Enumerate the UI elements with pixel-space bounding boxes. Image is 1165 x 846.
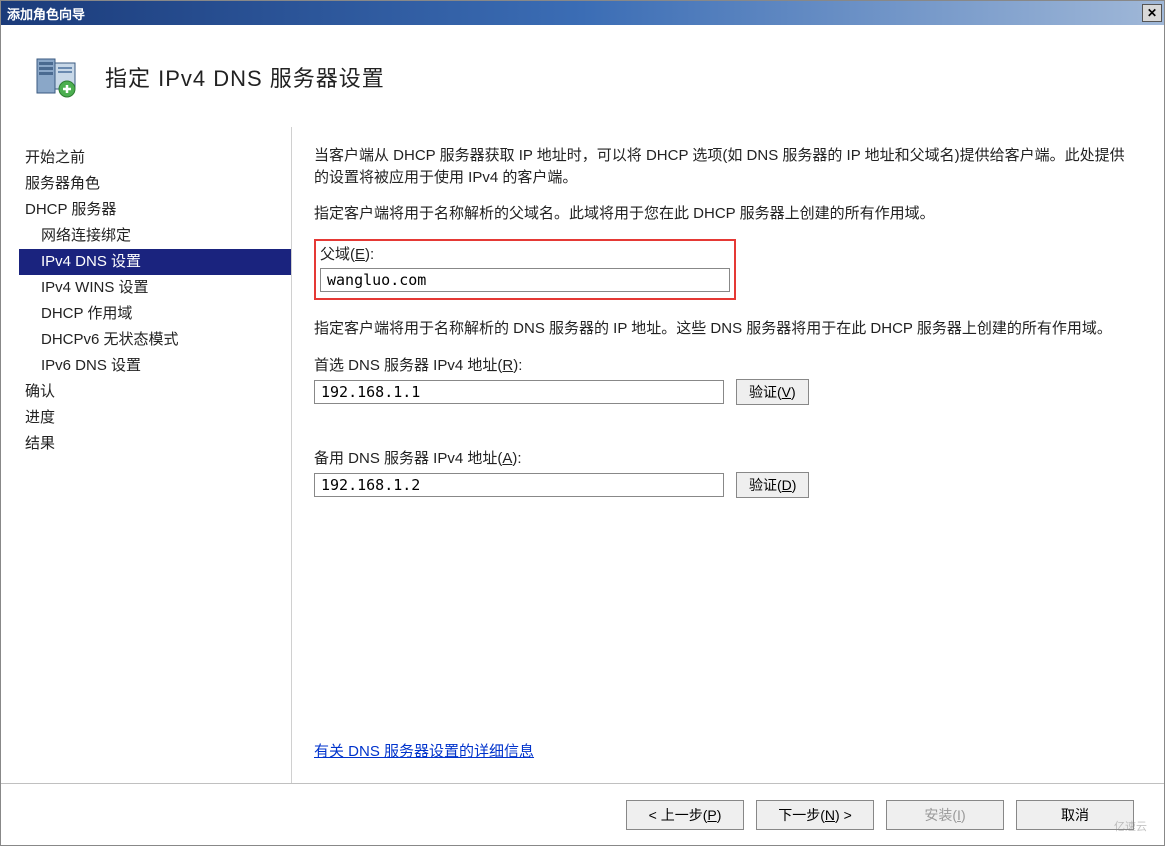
parent-domain-input[interactable] — [320, 268, 730, 292]
window-title: 添加角色向导 — [7, 4, 85, 23]
content-panel: 当客户端从 DHCP 服务器获取 IP 地址时，可以将 DHCP 选项(如 DN… — [291, 127, 1164, 783]
alternate-dns-label: 备用 DNS 服务器 IPv4 地址(A): — [314, 447, 1134, 468]
parent-domain-highlight: 父域(E): — [314, 239, 736, 300]
sidebar-item-dhcpv6-stateless[interactable]: DHCPv6 无状态模式 — [19, 327, 291, 353]
sidebar-item-ipv6-dns[interactable]: IPv6 DNS 设置 — [19, 353, 291, 379]
sidebar-item-before-begin[interactable]: 开始之前 — [19, 145, 291, 171]
page-title: 指定 IPv4 DNS 服务器设置 — [105, 61, 385, 93]
wizard-footer: < 上一步(P) 下一步(N) > 安装(I) 取消 亿速云 — [1, 783, 1164, 845]
sidebar-item-dhcp-server[interactable]: DHCP 服务器 — [19, 197, 291, 223]
sidebar-item-network-binding[interactable]: 网络连接绑定 — [19, 223, 291, 249]
wizard-header: 指定 IPv4 DNS 服务器设置 — [1, 25, 1164, 127]
sidebar-item-progress[interactable]: 进度 — [19, 405, 291, 431]
dns-intro-text: 指定客户端将用于名称解析的 DNS 服务器的 IP 地址。这些 DNS 服务器将… — [314, 318, 1134, 340]
previous-button[interactable]: < 上一步(P) — [626, 800, 744, 830]
more-info-link[interactable]: 有关 DNS 服务器设置的详细信息 — [314, 740, 534, 761]
sidebar-item-dhcp-scope[interactable]: DHCP 作用域 — [19, 301, 291, 327]
wizard-body: 开始之前 服务器角色 DHCP 服务器 网络连接绑定 IPv4 DNS 设置 I… — [1, 127, 1164, 783]
close-button[interactable]: ✕ — [1142, 4, 1162, 22]
sidebar-item-ipv4-dns[interactable]: IPv4 DNS 设置 — [19, 249, 291, 275]
parent-domain-label: 父域(E): — [320, 243, 730, 264]
intro-text-1: 当客户端从 DHCP 服务器获取 IP 地址时，可以将 DHCP 选项(如 DN… — [314, 145, 1134, 189]
sidebar-item-server-roles[interactable]: 服务器角色 — [19, 171, 291, 197]
title-bar[interactable]: 添加角色向导 ✕ — [1, 1, 1164, 25]
sidebar-item-ipv4-wins[interactable]: IPv4 WINS 设置 — [19, 275, 291, 301]
verify-alternate-button[interactable]: 验证(D) — [736, 472, 809, 498]
alternate-dns-input[interactable] — [314, 473, 724, 497]
verify-preferred-button[interactable]: 验证(V) — [736, 379, 809, 405]
intro-text-2: 指定客户端将用于名称解析的父域名。此域将用于您在此 DHCP 服务器上创建的所有… — [314, 203, 1134, 225]
server-role-icon — [33, 53, 81, 101]
next-button[interactable]: 下一步(N) > — [756, 800, 874, 830]
sidebar-item-results[interactable]: 结果 — [19, 431, 291, 457]
wizard-window: 添加角色向导 ✕ 指定 IPv4 DNS 服务器设置 开始之前 服务器角色 — [0, 0, 1165, 846]
sidebar-item-confirm[interactable]: 确认 — [19, 379, 291, 405]
preferred-dns-group: 首选 DNS 服务器 IPv4 地址(R): 验证(V) — [314, 354, 1134, 405]
sidebar: 开始之前 服务器角色 DHCP 服务器 网络连接绑定 IPv4 DNS 设置 I… — [1, 127, 291, 783]
close-icon: ✕ — [1147, 6, 1157, 20]
watermark: 亿速云 — [1114, 818, 1147, 834]
alternate-dns-group: 备用 DNS 服务器 IPv4 地址(A): 验证(D) — [314, 447, 1134, 498]
preferred-dns-label: 首选 DNS 服务器 IPv4 地址(R): — [314, 354, 1134, 375]
install-button[interactable]: 安装(I) — [886, 800, 1004, 830]
preferred-dns-input[interactable] — [314, 380, 724, 404]
